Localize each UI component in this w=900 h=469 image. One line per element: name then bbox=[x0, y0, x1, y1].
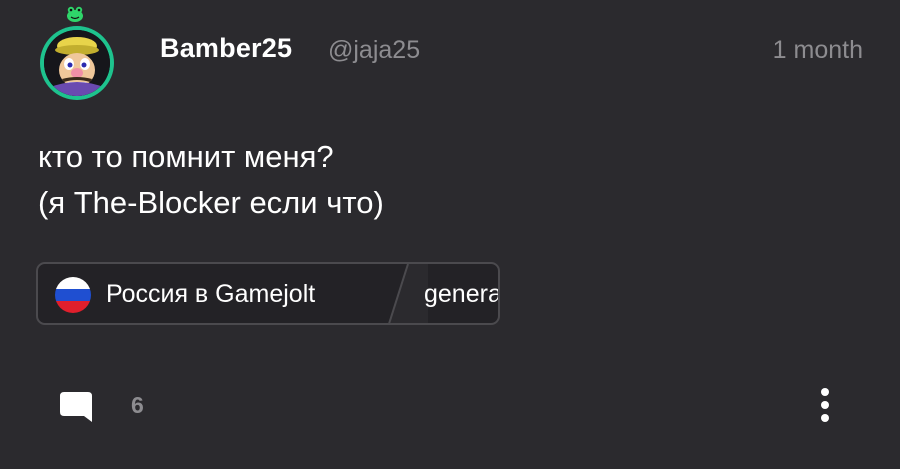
russia-flag-icon bbox=[55, 277, 91, 313]
author-avatar-button[interactable] bbox=[38, 6, 122, 100]
post-text-line: (я The-Blocker если что) bbox=[38, 185, 384, 220]
author-display-name[interactable]: Bamber25 bbox=[160, 33, 292, 64]
more-vertical-icon bbox=[821, 388, 829, 422]
more-options-button[interactable] bbox=[810, 384, 840, 426]
community-channel-pill[interactable]: Россия в Gamejolt general bbox=[36, 262, 500, 325]
channel-name: general bbox=[424, 280, 500, 308]
author-handle[interactable]: @jaja25 bbox=[328, 36, 420, 65]
comment-count: 6 bbox=[131, 392, 144, 418]
pill-divider bbox=[388, 264, 428, 323]
post-text-line: кто то помнит меня? bbox=[38, 139, 334, 174]
avatar-wario-icon bbox=[44, 30, 110, 96]
comment-bubble-icon bbox=[60, 392, 92, 422]
frog-badge-icon bbox=[65, 4, 85, 24]
avatar bbox=[40, 26, 114, 100]
community-name: Россия в Gamejolt bbox=[106, 280, 316, 308]
post-timestamp[interactable]: 1 month bbox=[773, 36, 863, 65]
feed-post: Bamber25 @jaja25 1 month кто то помнит м… bbox=[0, 0, 900, 469]
post-content: кто то помнит меня? (я The-Blocker если … bbox=[38, 134, 384, 226]
comment-button[interactable] bbox=[58, 388, 94, 424]
